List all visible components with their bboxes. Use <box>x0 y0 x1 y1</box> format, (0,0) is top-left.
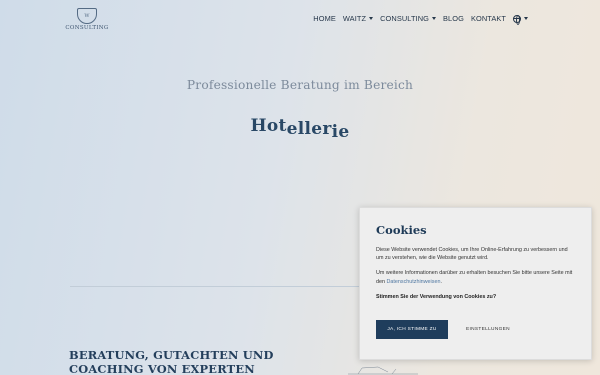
chevron-down-icon <box>524 17 528 20</box>
cookie-title: Cookies <box>376 223 427 237</box>
cookie-settings-button[interactable]: EINSTELLUNGEN <box>466 327 510 332</box>
language-switcher[interactable] <box>513 14 528 25</box>
nav-item-consulting[interactable]: CONSULTING <box>380 14 436 23</box>
privacy-link[interactable]: Datenschutzhinweisen <box>387 279 441 285</box>
nav-item-home[interactable]: HOME <box>313 14 336 23</box>
cookie-dialog: Cookies Diese Website verwendet Cookies,… <box>359 207 592 360</box>
hero-subtitle: Professionelle Beratung im Bereich <box>186 78 414 92</box>
hero-word-part: ie <box>331 122 350 142</box>
crest-letter: W <box>84 12 90 19</box>
globe-icon <box>513 14 521 25</box>
cookie-info-suffix: . <box>440 278 442 285</box>
nav-label: HOME <box>313 14 336 23</box>
nav-item-blog[interactable]: BLOG <box>443 14 464 23</box>
section-title: Beratung, Gutachten und Coaching von Exp… <box>69 348 274 375</box>
logo-brand-text: CONSULTING <box>65 25 109 31</box>
nav-label: CONSULTING <box>380 14 429 23</box>
decorative-illustration <box>348 366 418 375</box>
crest-icon: W <box>77 8 97 24</box>
hero-animated-word: Hotellerie <box>0 116 600 142</box>
cookie-question: Stimmen Sie der Verwendung von Cookies z… <box>376 293 497 300</box>
cookie-text: Diese Website verwendet Cookies, um Ihre… <box>376 247 568 262</box>
nav-label: WAITZ <box>342 14 367 23</box>
chevron-down-icon <box>432 17 436 20</box>
cookie-actions: JA, ICH STIMME ZU EINSTELLUNGEN <box>376 320 575 340</box>
main-nav: HOME WAITZ CONSULTING BLOG KONTAKT <box>313 14 528 25</box>
nav-item-waitz[interactable]: WAITZ <box>342 14 374 23</box>
chevron-down-icon <box>369 17 374 20</box>
hero-word-part: Hot <box>250 116 287 136</box>
nav-label: BLOG <box>443 14 464 23</box>
logo[interactable]: W CONSULTING <box>65 8 109 34</box>
cookie-info-text: Um weitere Informationen darüber zu erha… <box>376 269 575 285</box>
hero-word-part: eller <box>286 119 332 139</box>
nav-label: KONTAKT <box>470 14 506 23</box>
accept-cookies-button[interactable]: JA, ICH STIMME ZU <box>376 320 448 340</box>
section-divider <box>70 286 360 287</box>
nav-item-kontakt[interactable]: KONTAKT <box>471 14 506 23</box>
